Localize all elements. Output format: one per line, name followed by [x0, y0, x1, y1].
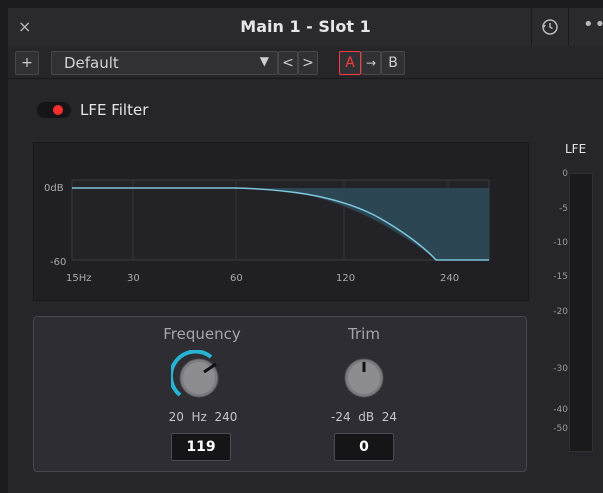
frequency-max: 240: [214, 410, 238, 424]
meter-tick-40: -40: [553, 405, 568, 415]
frequency-unit: Hz: [191, 410, 207, 424]
window-title: Main 1 - Slot 1: [240, 17, 371, 36]
add-preset-button[interactable]: +: [15, 51, 39, 75]
controls-panel: [33, 316, 527, 472]
frequency-title: Frequency: [163, 325, 241, 343]
trim-scale: -24 dB 24: [324, 410, 404, 424]
frequency-scale: 20 Hz 240: [163, 410, 243, 424]
divider: [531, 8, 532, 46]
preset-dropdown[interactable]: Default ▼: [51, 51, 278, 75]
history-icon[interactable]: [539, 16, 561, 38]
x-label-240: 240: [440, 273, 459, 284]
frequency-value-field[interactable]: 119: [171, 433, 231, 461]
lfe-level-meter: [569, 173, 593, 452]
preset-name: Default: [64, 54, 119, 72]
divider: [568, 8, 569, 46]
meter-tick-30: -30: [553, 364, 568, 374]
lfe-meter-title: LFE: [565, 142, 587, 156]
meter-tick-15: -15: [553, 272, 568, 282]
x-label-30: 30: [127, 273, 140, 284]
frequency-response-graph: 0dB -60 15Hz 30 60 120 240: [33, 142, 529, 301]
meter-tick-0: 0: [562, 169, 568, 179]
next-preset-button[interactable]: >: [298, 51, 318, 75]
meter-tick-20: -20: [553, 307, 568, 317]
trim-min: -24: [330, 410, 351, 424]
compare-a-button[interactable]: A: [339, 51, 361, 75]
title-bar: × Main 1 - Slot 1 •••: [8, 8, 603, 47]
x-label-15hz: 15Hz: [66, 273, 92, 284]
lfe-filter-label: LFE Filter: [80, 101, 149, 119]
response-plot: 0dB -60 15Hz 30 60 120 240: [44, 179, 490, 284]
meter-tick-50: -50: [553, 424, 568, 434]
frequency-min: 20: [168, 410, 184, 424]
toggle-indicator: [53, 105, 63, 115]
meter-tick-10: -10: [553, 238, 568, 248]
x-label-60: 60: [230, 273, 243, 284]
meter-tick-5: -5: [559, 204, 568, 214]
more-icon[interactable]: •••: [583, 14, 603, 35]
trim-max: 24: [381, 410, 398, 424]
compare-b-button[interactable]: B: [381, 51, 405, 75]
trim-unit: dB: [358, 410, 375, 424]
previous-preset-button[interactable]: <: [278, 51, 298, 75]
x-label-120: 120: [336, 273, 355, 284]
chevron-down-icon: ▼: [259, 54, 269, 68]
y-label-top: 0dB: [44, 183, 64, 194]
lfe-filter-toggle[interactable]: [37, 102, 71, 118]
copy-a-to-b-button[interactable]: →: [361, 51, 381, 75]
frequency-knob[interactable]: [171, 350, 227, 406]
preset-toolbar: + Default ▼ < > A → B: [8, 46, 603, 79]
trim-knob[interactable]: [336, 350, 392, 406]
trim-value-field[interactable]: 0: [334, 433, 394, 461]
trim-title: Trim: [348, 325, 380, 343]
y-label-bottom: -60: [50, 257, 66, 268]
